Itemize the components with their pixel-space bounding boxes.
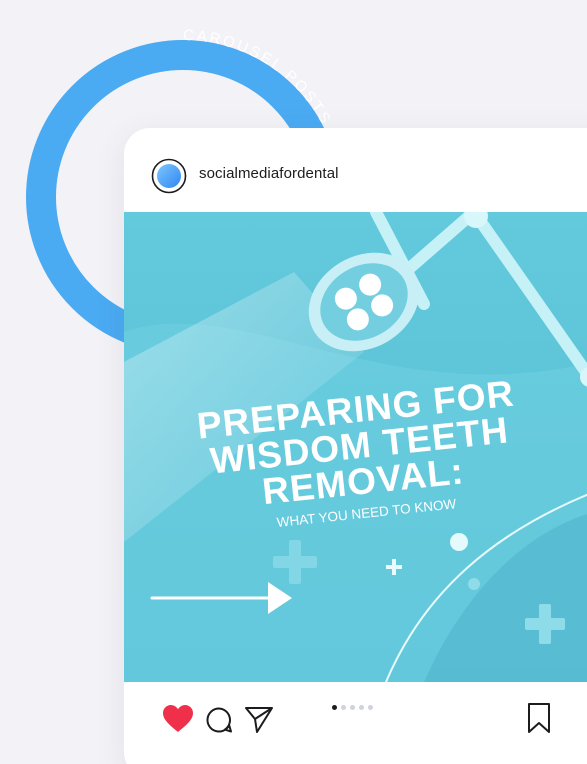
post-image[interactable]: PREPARING FOR WISDOM TEETH REMOVAL: WHAT… <box>124 212 587 682</box>
heart-icon[interactable] <box>162 704 194 734</box>
post-header: socialmediafordental <box>124 128 587 212</box>
carousel-dot[interactable] <box>341 704 346 710</box>
carousel-indicator[interactable] <box>332 702 373 712</box>
comment-icon[interactable] <box>205 706 233 734</box>
post-action-bar <box>124 682 587 752</box>
promo-canvas: CAROUSEL POSTS CAROUSEL POSTS CAROUSEL P… <box>0 0 587 764</box>
carousel-dot[interactable] <box>359 704 364 710</box>
avatar[interactable] <box>151 158 187 194</box>
post-card: socialmediafordental PREPARING FOR WISDO… <box>124 128 587 764</box>
bookmark-icon[interactable] <box>524 702 554 734</box>
post-username[interactable]: socialmediafordental <box>199 165 339 182</box>
carousel-dot[interactable] <box>332 704 337 710</box>
decor-dot <box>450 533 468 551</box>
send-icon[interactable] <box>244 704 274 734</box>
carousel-dot[interactable] <box>368 704 373 710</box>
carousel-dot[interactable] <box>350 704 355 710</box>
decor-dot <box>468 578 480 590</box>
